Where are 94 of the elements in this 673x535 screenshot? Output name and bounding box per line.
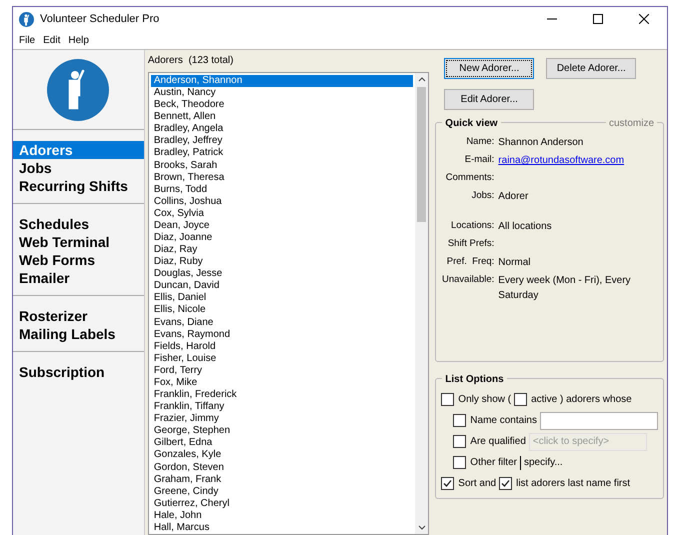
checkbox[interactable]	[514, 393, 528, 406]
adorer-button[interactable]: Edit Adorer...	[444, 89, 534, 110]
checkbox-label: Other filter	[470, 456, 517, 470]
list-item[interactable]: Duncan, David	[150, 280, 414, 292]
panel-title: Quick view	[442, 116, 501, 131]
field-label: Locations:	[450, 219, 494, 233]
list-item[interactable]: Bradley, Jeffrey	[150, 135, 414, 148]
list-item[interactable]: Ellis, Daniel	[150, 292, 414, 304]
scrollbar[interactable]	[415, 73, 428, 534]
field-value: Adorer	[498, 190, 530, 204]
list-item[interactable]: Bradley, Angela	[150, 123, 414, 136]
text-field[interactable]	[540, 412, 658, 430]
checkbox-label: Only show (	[458, 393, 512, 407]
panel-title: List Options	[442, 372, 507, 387]
list-item[interactable]: Graham, Frank	[150, 474, 414, 486]
menu-item[interactable]: File	[19, 32, 36, 48]
list-item[interactable]: Ford, Terry	[150, 364, 414, 377]
nav-item[interactable]: Schedules	[13, 215, 144, 233]
field-label: Comments:	[444, 171, 494, 185]
list-item[interactable]: Brown, Theresa	[150, 172, 414, 184]
list-item[interactable]: Gutierrez, Cheryl	[150, 498, 414, 510]
menu-item[interactable]: Edit	[43, 32, 60, 48]
window-title: Volunteer Scheduler Pro	[40, 12, 160, 27]
check-icon	[443, 479, 452, 488]
list-item[interactable]: Diaz, Ray	[150, 244, 414, 256]
list-item[interactable]: Austin, Nancy	[150, 87, 414, 100]
check-icon	[501, 479, 510, 488]
checkbox[interactable]	[453, 456, 466, 469]
nav-item[interactable]: Jobs	[13, 159, 144, 177]
adorer-button[interactable]: New Adorer...	[444, 58, 534, 79]
field-value: Normal	[498, 256, 532, 270]
field-label: Name:	[465, 135, 494, 149]
field-value: Shannon Anderson	[498, 136, 584, 150]
list-item[interactable]: Fisher, Louise	[150, 352, 414, 365]
list-item[interactable]: Evans, Diane	[150, 316, 414, 329]
checkbox[interactable]	[441, 393, 454, 406]
list-item[interactable]: Evans, Raymond	[150, 328, 414, 341]
list-item[interactable]: Collins, Joshua	[150, 196, 414, 208]
nav-item[interactable]: Subscription	[13, 363, 144, 381]
field-label: Unavailable:	[441, 273, 494, 287]
scrollbar-thumb[interactable]	[417, 87, 426, 222]
list-item[interactable]: Beck, Theodore	[150, 99, 414, 112]
nav-item[interactable]: Emailer	[13, 269, 144, 287]
checkbox[interactable]	[453, 414, 466, 427]
field-label: E-mail:	[464, 153, 494, 167]
adorer-button[interactable]: Delete Adorer...	[546, 58, 636, 79]
person-waving-icon	[47, 58, 110, 120]
list-item[interactable]: Franklin, Tiffany	[150, 401, 414, 414]
checkbox[interactable]	[499, 477, 512, 490]
checkbox[interactable]	[453, 435, 466, 448]
list-item[interactable]: Cox, Sylvia	[150, 208, 414, 220]
app-logo-icon	[19, 12, 34, 26]
checkbox-label: Sort and	[458, 477, 496, 491]
list-title: Adorers (123 total)	[148, 54, 234, 68]
list-item[interactable]: Gordon, Steven	[150, 462, 414, 474]
list-item[interactable]: Diaz, Ruby	[150, 256, 414, 268]
field-value: All locations	[498, 220, 553, 234]
list-item[interactable]: Douglas, Jesse	[150, 268, 414, 280]
nav-item[interactable]: Rosterizer	[13, 307, 144, 325]
checkbox-label: list adorers last name first	[516, 477, 630, 491]
list-item[interactable]: Diaz, Joanne	[150, 232, 414, 244]
list-item[interactable]: Anderson, Shannon	[150, 75, 414, 88]
list-item[interactable]: Brooks, Sarah	[150, 160, 414, 172]
email-link[interactable]: raina@rotundasoftware.com	[498, 153, 624, 171]
checkbox-label: Are qualified	[470, 435, 526, 449]
checkbox-label: Name contains	[470, 414, 537, 428]
list-item[interactable]: George, Stephen	[150, 425, 414, 438]
list-item[interactable]: Fox, Mike	[150, 376, 414, 390]
nav-item[interactable]: Web Forms	[13, 251, 144, 269]
field-label: Pref. Freq:	[446, 255, 494, 269]
list-item[interactable]: Burns, Todd	[150, 184, 414, 196]
field-label: Shift Prefs:	[446, 237, 494, 251]
nav-item[interactable]: Adorers	[13, 141, 144, 159]
list-item[interactable]: Gilbert, Edna	[150, 437, 414, 450]
list-item[interactable]: Fields, Harold	[150, 340, 414, 353]
checkbox-label: active ) adorers whose	[531, 393, 632, 407]
nav-item[interactable]: Mailing Labels	[13, 325, 144, 343]
checkbox[interactable]	[441, 477, 454, 490]
list-item[interactable]: Ellis, Nicole	[150, 304, 414, 317]
list-item[interactable]: Hale, John	[150, 510, 414, 522]
specify-link[interactable]: specify...	[524, 455, 563, 470]
list-item[interactable]: Hall, Marcus	[150, 522, 414, 534]
list-item[interactable]: Greene, Cindy	[150, 486, 414, 498]
nav-item[interactable]: Recurring Shifts	[13, 177, 144, 195]
list-item[interactable]: Frazier, Jimmy	[150, 413, 414, 426]
field-value: Every week (Mon - Fri), Every Saturday	[498, 274, 632, 303]
list-item[interactable]: Franklin, Frederick	[150, 389, 414, 402]
field-label: Jobs:	[470, 189, 494, 203]
list-item[interactable]: Bennett, Allen	[150, 111, 414, 124]
list-item[interactable]: Bradley, Patrick	[150, 147, 414, 160]
list-item[interactable]: Dean, Joyce	[150, 220, 414, 232]
menu-item[interactable]: Help	[68, 32, 89, 48]
nav-item[interactable]: Web Terminal	[13, 233, 144, 251]
list-item[interactable]: Gonzales, Kyle	[150, 449, 414, 462]
